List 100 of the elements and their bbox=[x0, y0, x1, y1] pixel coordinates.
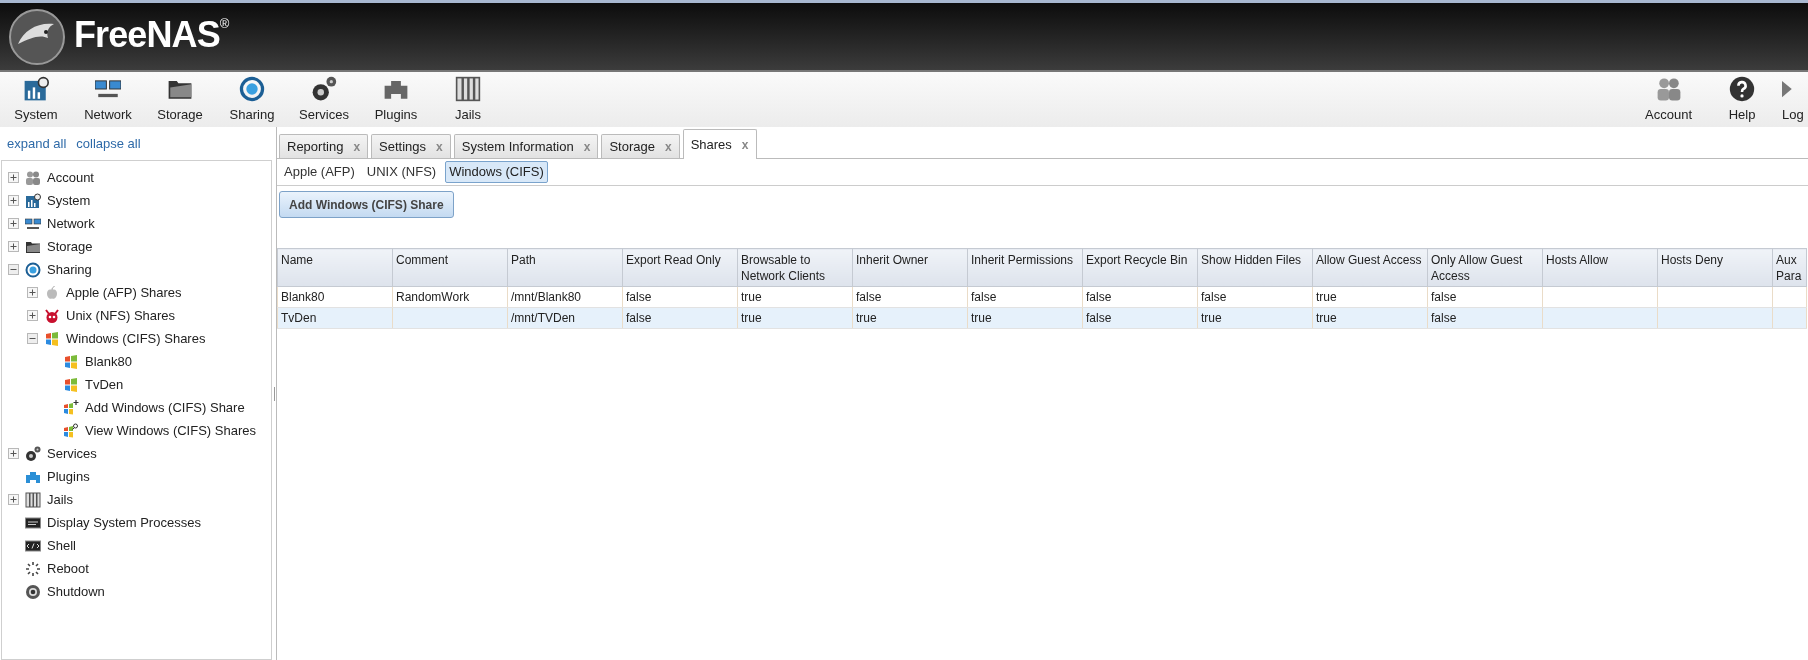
tree-item[interactable]: Plugins bbox=[47, 466, 90, 487]
table-cell: Blank80 bbox=[281, 290, 325, 304]
table-row[interactable]: Blank80 RandomWork /mnt/Blank80 false true false false false false true false bbox=[277, 286, 1807, 308]
spinner-icon bbox=[25, 560, 41, 577]
toolbar-button[interactable]: Log bbox=[1782, 72, 1808, 127]
column-header[interactable]: Aux Para bbox=[1772, 248, 1807, 287]
tab[interactable]: Storage x bbox=[601, 134, 680, 158]
expand-toggle[interactable] bbox=[8, 195, 19, 206]
table-cell: false bbox=[1086, 290, 1112, 304]
expand-toggle[interactable] bbox=[8, 218, 19, 229]
collapse-toggle[interactable] bbox=[8, 264, 19, 275]
tree-item[interactable]: Display System Processes bbox=[47, 512, 201, 533]
tree-item[interactable]: Windows (CIFS) Shares bbox=[66, 328, 206, 349]
expand-toggle[interactable] bbox=[8, 241, 19, 252]
windows-flag-search-icon bbox=[63, 422, 79, 439]
bars-icon bbox=[455, 75, 481, 102]
column-header[interactable]: Browsable to Network Clients bbox=[737, 248, 853, 287]
toolbar-button[interactable]: Jails bbox=[432, 72, 504, 127]
tree-link[interactable]: collapse all bbox=[76, 133, 141, 154]
tab[interactable]: Reporting x bbox=[279, 134, 369, 158]
tree-item[interactable]: Reboot bbox=[47, 558, 89, 579]
bars-icon bbox=[25, 491, 41, 508]
table-cell: true bbox=[856, 311, 877, 325]
tree-item[interactable]: Blank80 bbox=[85, 351, 132, 372]
devil-icon bbox=[44, 307, 60, 324]
sub-tab[interactable]: UNIX (NFS) bbox=[363, 161, 440, 183]
chart-icon bbox=[25, 192, 41, 209]
column-header[interactable]: Export Recycle Bin bbox=[1082, 248, 1198, 287]
table-cell: true bbox=[971, 311, 992, 325]
tree-item[interactable]: Services bbox=[47, 443, 97, 464]
tree-item[interactable]: Shell bbox=[47, 535, 76, 556]
tree-item[interactable]: Network bbox=[47, 213, 95, 234]
computers-icon bbox=[25, 215, 41, 232]
tree-item[interactable]: System bbox=[47, 190, 91, 211]
column-header[interactable]: Comment bbox=[392, 248, 508, 287]
tree-link[interactable]: expand all bbox=[7, 133, 67, 154]
tab[interactable]: System Information x bbox=[453, 134, 599, 158]
toolbar-button[interactable]: Services bbox=[288, 72, 360, 127]
column-header[interactable]: Path bbox=[507, 248, 623, 287]
column-header[interactable]: Inherit Permissions bbox=[967, 248, 1083, 287]
column-header[interactable]: Name bbox=[277, 248, 393, 287]
help-icon bbox=[1729, 75, 1755, 102]
table-cell: false bbox=[856, 290, 882, 304]
column-header[interactable]: Hosts Allow bbox=[1542, 248, 1658, 287]
table-cell: false bbox=[971, 290, 997, 304]
toolbar-button[interactable]: Help bbox=[1712, 72, 1772, 127]
column-header[interactable]: Hosts Deny bbox=[1657, 248, 1773, 287]
tree-item[interactable]: Storage bbox=[47, 236, 93, 257]
chart-icon bbox=[23, 75, 49, 102]
windows-flag-add-icon bbox=[63, 399, 79, 416]
users-icon bbox=[25, 169, 41, 186]
table-cell: false bbox=[626, 311, 652, 325]
column-header[interactable]: Show Hidden Files bbox=[1197, 248, 1313, 287]
table-cell: false bbox=[1201, 290, 1227, 304]
table-cell: TvDen bbox=[281, 311, 317, 325]
toolbar-button[interactable]: Sharing bbox=[216, 72, 288, 127]
tree-item[interactable]: Unix (NFS) Shares bbox=[66, 305, 176, 326]
expand-toggle[interactable] bbox=[8, 172, 19, 183]
column-header[interactable]: Export Read Only bbox=[622, 248, 738, 287]
tree-item[interactable]: TvDen bbox=[85, 374, 124, 395]
windows-flag-icon bbox=[44, 330, 60, 347]
column-header[interactable]: Allow Guest Access bbox=[1312, 248, 1428, 287]
expand-toggle[interactable] bbox=[8, 494, 19, 505]
tree-item[interactable]: Add Windows (CIFS) Share bbox=[85, 397, 245, 418]
table-cell: true bbox=[1316, 311, 1337, 325]
table-cell: true bbox=[741, 290, 762, 304]
toolbar-button[interactable]: System bbox=[0, 72, 72, 127]
apple-icon bbox=[44, 284, 60, 301]
toolbar-button[interactable]: Plugins bbox=[360, 72, 432, 127]
expand-toggle[interactable] bbox=[27, 287, 38, 298]
tab[interactable]: Shares x bbox=[682, 129, 757, 159]
expand-toggle[interactable] bbox=[27, 310, 38, 321]
column-header[interactable]: Inherit Owner bbox=[852, 248, 968, 287]
tree-item[interactable]: View Windows (CIFS) Shares bbox=[85, 420, 256, 441]
close-icon[interactable]: x bbox=[741, 135, 749, 154]
tab[interactable]: Settings x bbox=[371, 134, 451, 158]
column-header[interactable]: Only Allow Guest Access bbox=[1427, 248, 1543, 287]
windows-flag-icon bbox=[63, 353, 79, 370]
tree-item[interactable]: Jails bbox=[47, 489, 73, 510]
table-row[interactable]: TvDen /mnt/TVDen false true true true false true true false bbox=[277, 307, 1807, 329]
toolbar-button[interactable]: Storage bbox=[144, 72, 216, 127]
tree-item[interactable]: Shutdown bbox=[47, 581, 105, 602]
toolbar-button[interactable]: Account bbox=[1635, 72, 1702, 127]
sub-tab[interactable]: Windows (CIFS) bbox=[445, 161, 548, 183]
table-cell: true bbox=[1201, 311, 1222, 325]
toolbar-button[interactable]: Network bbox=[72, 72, 144, 127]
windows-flag-icon bbox=[63, 376, 79, 393]
sub-tab[interactable]: Apple (AFP) bbox=[281, 161, 358, 183]
terminal-icon bbox=[25, 537, 41, 554]
tree-item[interactable]: Apple (AFP) Shares bbox=[66, 282, 182, 303]
table-cell: true bbox=[741, 311, 762, 325]
expand-toggle[interactable] bbox=[8, 448, 19, 459]
registered-mark: ® bbox=[219, 14, 230, 31]
splitter-handle[interactable] bbox=[273, 386, 275, 401]
tree-item[interactable]: Account bbox=[47, 167, 94, 188]
collapse-toggle[interactable] bbox=[27, 333, 38, 344]
add-share-button[interactable]: Add Windows (CIFS) Share bbox=[279, 191, 454, 218]
table-cell: false bbox=[626, 290, 652, 304]
table-cell: RandomWork bbox=[396, 290, 470, 304]
tree-item[interactable]: Sharing bbox=[47, 259, 92, 280]
